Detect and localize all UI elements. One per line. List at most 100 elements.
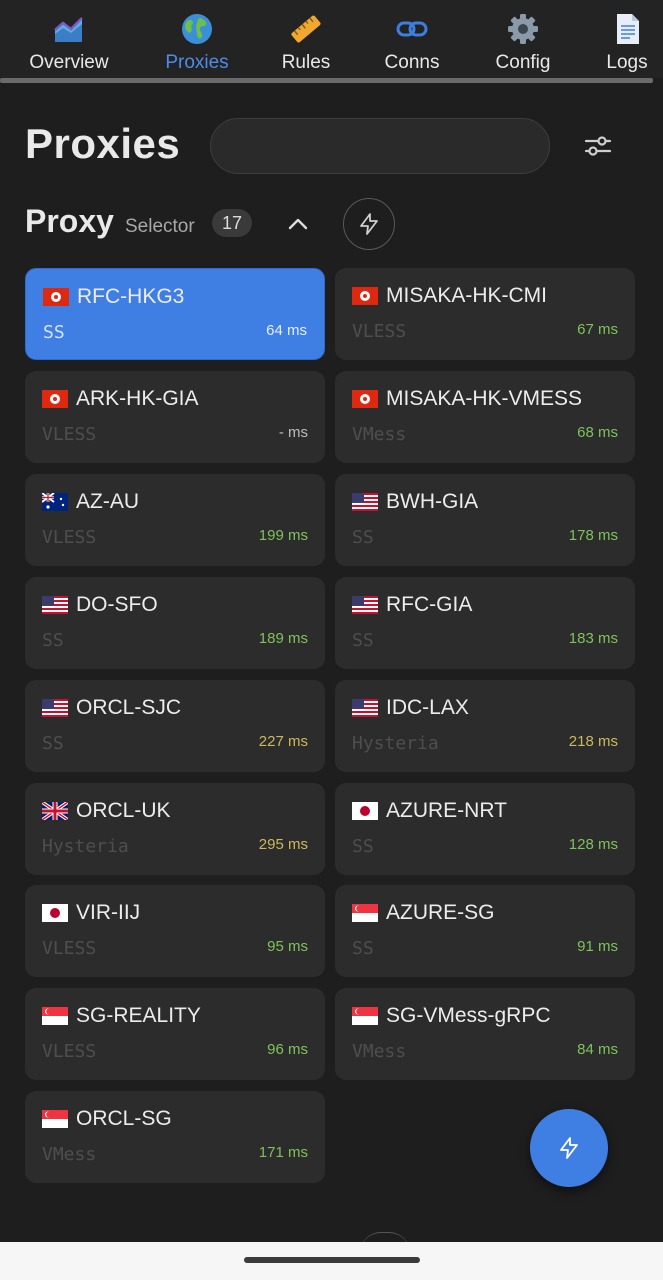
proxy-card[interactable]: ORCL-SJC SS 227 ms <box>25 679 325 772</box>
nav-label-logs: Logs <box>606 52 648 73</box>
proxy-card[interactable]: AZ-AU VLESS 199 ms <box>25 473 325 566</box>
us-flag-icon <box>352 595 378 614</box>
lightning-icon <box>360 213 378 235</box>
proxy-name: MISAKA-HK-VMESS <box>386 386 583 410</box>
singapore-flag-icon <box>352 904 378 923</box>
proxy-protocol: Hysteria <box>352 732 439 754</box>
proxy-count-badge: 17 <box>212 209 252 237</box>
proxy-latency: 68 ms <box>577 423 618 441</box>
proxy-latency: 227 ms <box>258 732 308 750</box>
proxy-latency: 199 ms <box>258 526 308 544</box>
test-all-fab[interactable] <box>530 1109 608 1187</box>
document-icon <box>617 14 639 44</box>
proxy-name: IDC-LAX <box>386 695 469 719</box>
proxy-card[interactable]: MISAKA-HK-CMI VLESS 67 ms <box>335 268 635 360</box>
proxy-protocol: Hysteria <box>42 835 129 857</box>
japan-flag-icon <box>352 801 378 820</box>
area-chart-icon <box>54 17 83 42</box>
nav-label-proxies: Proxies <box>165 52 229 73</box>
proxy-latency: 178 ms <box>568 526 618 544</box>
proxy-card[interactable]: ORCL-UK Hysteria 295 ms <box>25 782 325 875</box>
australia-flag-icon <box>42 492 68 511</box>
proxy-card[interactable]: ORCL-SG VMess 171 ms <box>25 1091 325 1184</box>
proxy-protocol: VMess <box>42 1144 97 1166</box>
nav-label-config: Config <box>495 52 551 73</box>
proxy-card[interactable]: BWH-GIA SS 178 ms <box>335 473 635 566</box>
proxy-card[interactable]: MISAKA-HK-VMESS VMess 68 ms <box>335 370 635 463</box>
proxy-card[interactable]: RFC-GIA SS 183 ms <box>335 576 635 669</box>
proxy-name: SG-VMess-gRPC <box>386 1004 551 1028</box>
proxy-latency: 84 ms <box>577 1041 618 1059</box>
nav-rules[interactable]: Rules <box>251 0 361 78</box>
proxy-protocol: VLESS <box>42 526 97 548</box>
nav-label-conns: Conns <box>384 52 440 73</box>
proxy-protocol: VLESS <box>42 938 97 960</box>
proxy-protocol: SS <box>352 835 374 857</box>
nav-label-overview: Overview <box>29 52 109 73</box>
sliders-icon[interactable] <box>578 126 618 166</box>
nav-config[interactable]: Config <box>468 0 578 78</box>
proxy-name: ARK-HK-GIA <box>76 386 199 410</box>
nav-proxies[interactable]: Proxies <box>142 0 252 78</box>
proxy-protocol: SS <box>42 629 64 651</box>
proxy-protocol: VLESS <box>352 321 407 342</box>
japan-flag-icon <box>42 904 68 923</box>
hong-kong-flag-icon <box>43 288 69 306</box>
proxy-name: MISAKA-HK-CMI <box>386 284 548 307</box>
proxy-card[interactable]: RFC-HKG3 SS 64 ms <box>25 268 325 360</box>
search-input[interactable] <box>210 118 550 174</box>
proxy-protocol: SS <box>352 526 374 548</box>
proxy-protocol: SS <box>43 322 65 343</box>
proxy-name: DO-SFO <box>76 592 158 616</box>
us-flag-icon <box>352 492 378 511</box>
nav-logs[interactable]: Logs <box>572 0 663 78</box>
nav-label-rules: Rules <box>281 52 331 73</box>
proxy-name: BWH-GIA <box>386 489 479 513</box>
hong-kong-flag-icon <box>42 389 68 408</box>
proxy-card[interactable]: AZURE-NRT SS 128 ms <box>335 782 635 875</box>
proxy-card[interactable]: IDC-LAX Hysteria 218 ms <box>335 679 635 772</box>
latency-test-button[interactable] <box>343 198 395 250</box>
proxy-name: ORCL-SG <box>76 1107 172 1131</box>
proxy-latency: 128 ms <box>568 835 618 853</box>
proxy-latency: 183 ms <box>568 629 618 647</box>
us-flag-icon <box>42 595 68 614</box>
hong-kong-flag-icon <box>352 389 378 408</box>
singapore-flag-icon <box>42 1110 68 1129</box>
home-indicator[interactable] <box>244 1257 420 1263</box>
proxy-protocol: SS <box>42 732 64 754</box>
proxy-latency: 295 ms <box>258 835 308 853</box>
proxy-name: ORCL-UK <box>76 798 171 822</box>
chevron-up-icon[interactable] <box>282 208 314 240</box>
us-flag-icon <box>42 698 68 717</box>
gear-icon <box>508 14 538 44</box>
proxy-protocol: VLESS <box>42 423 97 445</box>
group-name: Proxy <box>25 203 114 239</box>
proxy-latency: 64 ms <box>266 322 307 339</box>
nav-conns[interactable]: Conns <box>357 0 467 78</box>
proxy-name: AZURE-SG <box>386 901 495 925</box>
proxy-latency: 189 ms <box>258 629 308 647</box>
proxy-protocol: VLESS <box>42 1041 97 1063</box>
proxy-card[interactable]: SG-VMess-gRPC VMess 84 ms <box>335 988 635 1081</box>
proxy-name: AZ-AU <box>76 489 139 513</box>
proxy-protocol: SS <box>352 938 374 960</box>
proxy-latency: 171 ms <box>258 1144 308 1162</box>
proxy-latency: - ms <box>278 423 308 441</box>
singapore-flag-icon <box>42 1007 68 1026</box>
us-flag-icon <box>352 698 378 717</box>
proxy-protocol: VMess <box>352 1041 407 1063</box>
group-type: Selector <box>125 216 195 237</box>
proxy-protocol: SS <box>352 629 374 651</box>
proxy-card[interactable]: AZURE-SG SS 91 ms <box>335 885 635 978</box>
nav-overview[interactable]: Overview <box>14 0 124 78</box>
singapore-flag-icon <box>352 1007 378 1026</box>
link-icon <box>396 21 428 37</box>
proxy-latency: 96 ms <box>267 1041 308 1059</box>
proxy-card[interactable]: ARK-HK-GIA VLESS - ms <box>25 370 325 463</box>
proxy-card[interactable]: VIR-IIJ VLESS 95 ms <box>25 885 325 978</box>
proxy-card[interactable]: SG-REALITY VLESS 96 ms <box>25 988 325 1081</box>
proxy-card[interactable]: DO-SFO SS 189 ms <box>25 576 325 669</box>
lightning-icon <box>560 1137 578 1159</box>
proxy-name: SG-REALITY <box>76 1004 201 1028</box>
